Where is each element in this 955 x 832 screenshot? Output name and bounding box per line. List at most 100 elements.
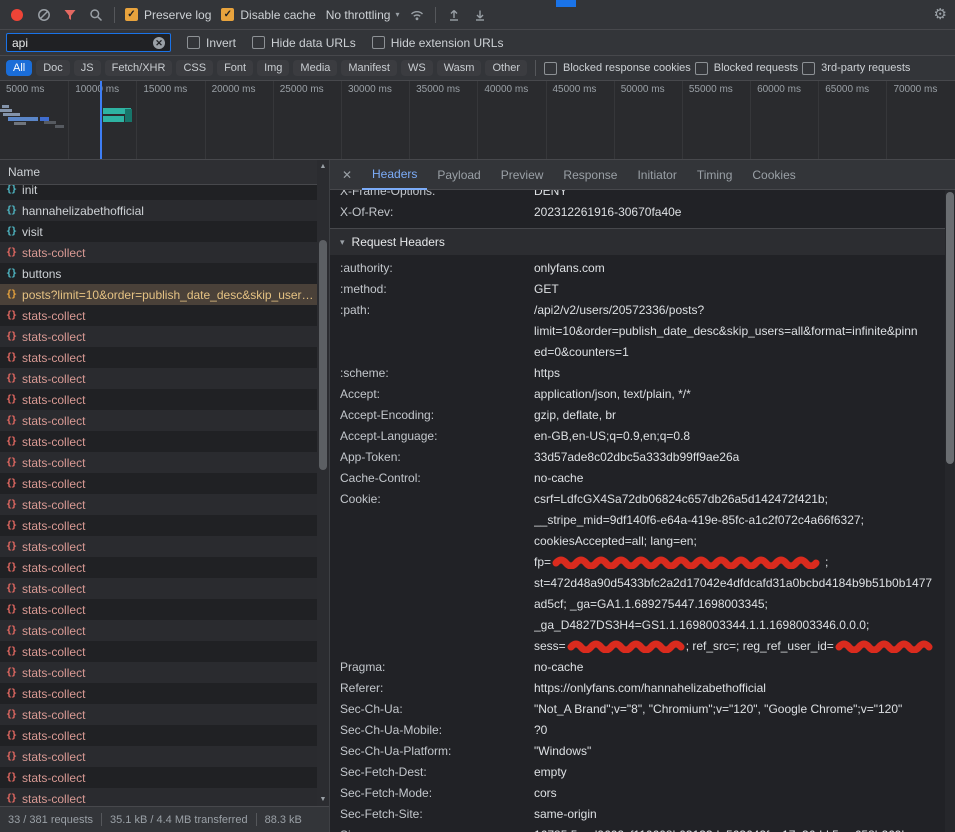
- request-row[interactable]: {}visit: [0, 221, 317, 242]
- request-row[interactable]: {}buttons: [0, 263, 317, 284]
- request-row[interactable]: {}hannahelizabethofficial: [0, 200, 317, 221]
- filter-input[interactable]: api ✕: [6, 33, 171, 52]
- filter-chip-font[interactable]: Font: [217, 60, 253, 76]
- request-row[interactable]: {}init: [0, 185, 317, 200]
- scroll-down-icon[interactable]: ▼: [320, 796, 327, 803]
- throttling-dropdown[interactable]: No throttling ▾: [326, 8, 400, 22]
- request-row[interactable]: {}stats-collect: [0, 557, 317, 578]
- tab-timing[interactable]: Timing: [687, 161, 743, 189]
- request-list-panel: Name {}init{}hannahelizabethofficial{}vi…: [0, 160, 330, 832]
- request-row[interactable]: {}stats-collect: [0, 242, 317, 263]
- network-overview[interactable]: 5000 ms 10000 ms 15000 ms 20000 ms 25000…: [0, 81, 955, 160]
- blocked-requests-checkbox[interactable]: ✓ Blocked requests: [695, 62, 798, 75]
- request-row[interactable]: {}stats-collect: [0, 452, 317, 473]
- close-icon[interactable]: ✕: [336, 168, 358, 182]
- filter-chip-manifest[interactable]: Manifest: [341, 60, 397, 76]
- request-row[interactable]: {}stats-collect: [0, 410, 317, 431]
- json-braces-icon: {}: [6, 772, 16, 783]
- request-row[interactable]: {}posts?limit=10&order=publish_date_desc…: [0, 284, 317, 305]
- tab-response[interactable]: Response: [553, 161, 627, 189]
- scrollbar-thumb[interactable]: [946, 192, 954, 464]
- header-value-line: cors: [534, 783, 945, 804]
- filter-toggle-button[interactable]: [62, 7, 78, 23]
- tab-cookies[interactable]: Cookies: [742, 161, 805, 189]
- filter-chip-wasm[interactable]: Wasm: [437, 60, 482, 76]
- request-row[interactable]: {}stats-collect: [0, 767, 317, 788]
- tab-initiator[interactable]: Initiator: [627, 161, 686, 189]
- filter-chip-fetch-xhr[interactable]: Fetch/XHR: [105, 60, 173, 76]
- request-list-scrollbar[interactable]: ▲ ▼: [317, 160, 329, 806]
- scroll-up-icon[interactable]: ▲: [320, 163, 327, 170]
- name-column-header[interactable]: Name: [0, 160, 329, 185]
- header-name: Sec-Fetch-Site:: [340, 804, 534, 825]
- blocked-response-cookies-checkbox[interactable]: ✓ Blocked response cookies: [544, 62, 691, 75]
- request-name: stats-collect: [22, 624, 85, 638]
- preserve-log-checkbox[interactable]: ✓ Preserve log: [125, 8, 211, 22]
- header-row: :path:/api2/v2/users/20572336/posts?limi…: [330, 300, 945, 363]
- filter-chip-ws[interactable]: WS: [401, 60, 433, 76]
- request-row[interactable]: {}stats-collect: [0, 725, 317, 746]
- filter-chip-js[interactable]: JS: [74, 60, 101, 76]
- header-row: Cache-Control:no-cache: [330, 468, 945, 489]
- record-button[interactable]: [11, 9, 23, 21]
- header-value-line: cookiesAccepted=all; lang=en;: [534, 531, 945, 552]
- request-row[interactable]: {}stats-collect: [0, 620, 317, 641]
- filter-chip-media[interactable]: Media: [293, 60, 337, 76]
- header-name: X-Frame-Options:: [340, 190, 534, 202]
- request-row[interactable]: {}stats-collect: [0, 641, 317, 662]
- overview-column: 40000 ms: [477, 81, 545, 159]
- request-row[interactable]: {}stats-collect: [0, 389, 317, 410]
- request-row[interactable]: {}stats-collect: [0, 746, 317, 767]
- request-row[interactable]: {}stats-collect: [0, 599, 317, 620]
- request-row[interactable]: {}stats-collect: [0, 662, 317, 683]
- status-separator: [256, 813, 257, 826]
- request-name: stats-collect: [22, 582, 85, 596]
- filter-chip-doc[interactable]: Doc: [36, 60, 70, 76]
- filter-chip-all[interactable]: All: [6, 60, 32, 76]
- header-value-line: 33d57ade8c02dbc5a333db99ff9ae26a: [534, 447, 945, 468]
- request-headers-section-header[interactable]: ▾ Request Headers: [330, 229, 945, 255]
- export-har-button[interactable]: [472, 7, 488, 23]
- header-value-line: same-origin: [534, 804, 945, 825]
- disable-cache-checkbox[interactable]: ✓ Disable cache: [221, 8, 315, 22]
- blocked-response-cookies-label: Blocked response cookies: [563, 62, 691, 74]
- header-value-line: ad5cf; _ga=GA1.1.689275447.1698003345;: [534, 594, 945, 615]
- scrollbar-thumb[interactable]: [319, 240, 327, 470]
- request-row[interactable]: {}stats-collect: [0, 515, 317, 536]
- details-scrollbar[interactable]: [945, 190, 955, 832]
- third-party-requests-checkbox[interactable]: ✓ 3rd-party requests: [802, 62, 910, 75]
- request-row[interactable]: {}stats-collect: [0, 494, 317, 515]
- request-name: init: [22, 185, 37, 197]
- tab-preview[interactable]: Preview: [491, 161, 554, 189]
- request-row[interactable]: {}stats-collect: [0, 347, 317, 368]
- request-row[interactable]: {}stats-collect: [0, 326, 317, 347]
- request-row[interactable]: {}stats-collect: [0, 578, 317, 599]
- tab-headers[interactable]: Headers: [362, 160, 427, 190]
- request-row[interactable]: {}stats-collect: [0, 305, 317, 326]
- clear-network-log-button[interactable]: [36, 7, 52, 23]
- request-row[interactable]: {}stats-collect: [0, 368, 317, 389]
- request-row[interactable]: {}stats-collect: [0, 704, 317, 725]
- overview-selection-line[interactable]: [100, 81, 102, 160]
- request-row[interactable]: {}stats-collect: [0, 473, 317, 494]
- import-har-button[interactable]: [446, 7, 462, 23]
- request-row[interactable]: {}stats-collect: [0, 683, 317, 704]
- tab-payload[interactable]: Payload: [427, 161, 490, 189]
- request-row[interactable]: {}stats-collect: [0, 536, 317, 557]
- filter-chip-other[interactable]: Other: [485, 60, 527, 76]
- header-value-line: st=472d48a90d5433bfc2a2d17042e4dfdcafd31…: [534, 573, 945, 594]
- network-conditions-button[interactable]: [409, 7, 425, 23]
- search-button[interactable]: [88, 7, 104, 23]
- preserve-log-label: Preserve log: [144, 8, 211, 22]
- request-row[interactable]: {}stats-collect: [0, 431, 317, 452]
- hide-extension-urls-checkbox[interactable]: ✓ Hide extension URLs: [372, 36, 504, 50]
- clear-filter-icon[interactable]: ✕: [153, 37, 165, 49]
- settings-gear-icon[interactable]: ⚙: [934, 7, 947, 22]
- filter-chip-img[interactable]: Img: [257, 60, 289, 76]
- hide-data-urls-checkbox[interactable]: ✓ Hide data URLs: [252, 36, 356, 50]
- filter-chip-css[interactable]: CSS: [176, 60, 213, 76]
- request-name: stats-collect: [22, 414, 85, 428]
- header-name: Accept-Encoding:: [340, 405, 534, 426]
- request-row[interactable]: {}stats-collect: [0, 788, 317, 806]
- invert-checkbox[interactable]: ✓ Invert: [187, 36, 236, 50]
